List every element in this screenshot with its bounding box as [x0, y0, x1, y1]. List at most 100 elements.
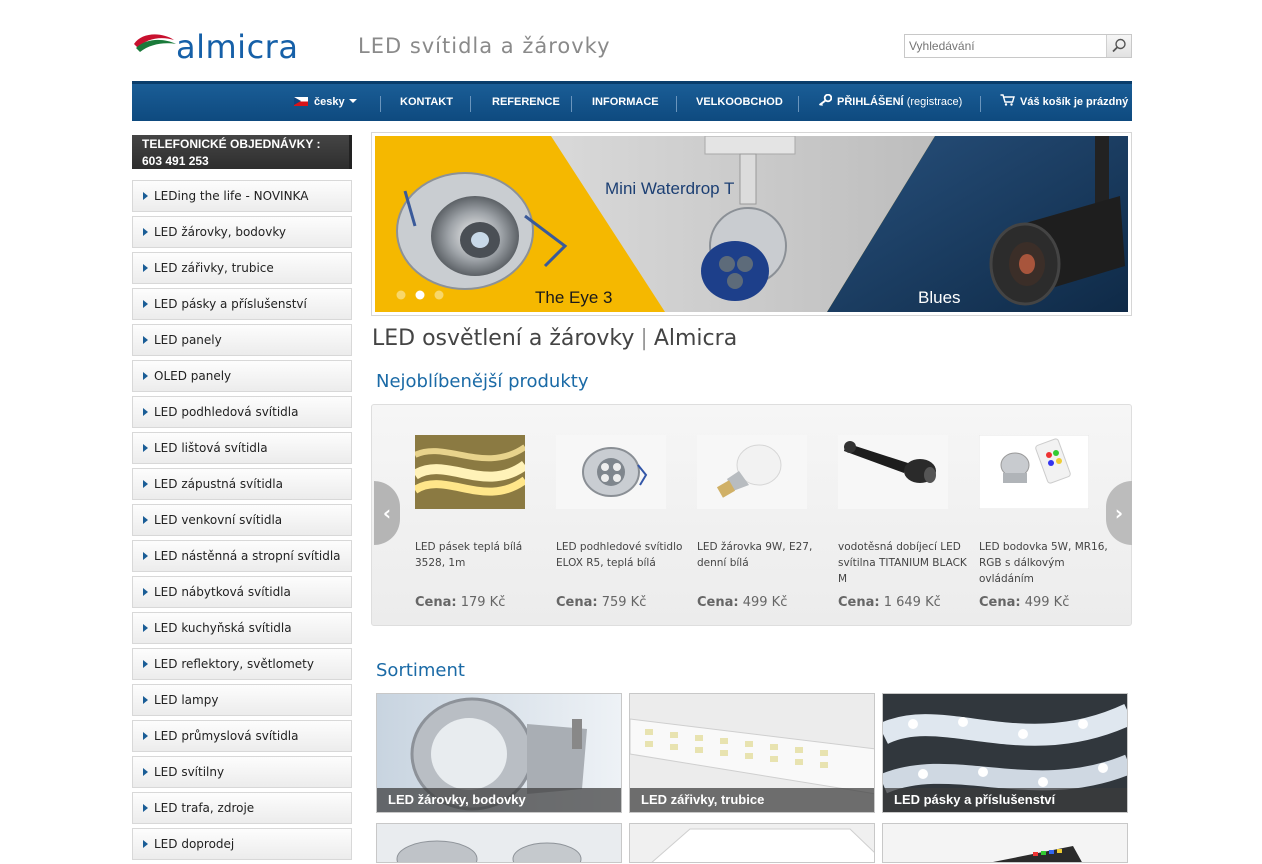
category-item[interactable]: OLED panely — [132, 360, 352, 392]
almicra-logo[interactable]: almicra — [132, 28, 337, 64]
banner-label-eye3: The Eye 3 — [535, 288, 613, 307]
banner-dot[interactable] — [434, 290, 444, 300]
category-item[interactable]: LED zářivky, trubice — [132, 252, 352, 284]
category-item[interactable]: LED svítilny — [132, 756, 352, 788]
category-item[interactable]: LED průmyslová svítidla — [132, 720, 352, 752]
category-item[interactable]: LED panely — [132, 324, 352, 356]
nav-divider — [470, 96, 471, 112]
nav-reference[interactable]: REFERENCE — [492, 84, 560, 121]
tile-caption: LED žárovky, bodovky — [377, 788, 621, 812]
promo-banner[interactable]: Mini Waterdrop T The Eye 3 Blues — [371, 132, 1132, 316]
price-value: 499 Kč — [1024, 595, 1070, 610]
product-card[interactable]: vodotěsná dobíjecí LED svítilna TITANIUM… — [838, 435, 968, 610]
price-value: 759 Kč — [601, 595, 647, 610]
nav-informace[interactable]: INFORMACE — [592, 84, 659, 121]
price-value: 1 649 Kč — [883, 595, 941, 610]
search-button[interactable] — [1106, 35, 1131, 57]
chevron-left-icon: ‹ — [382, 501, 392, 525]
category-menu: LEDing the life - NOVINKA LED žárovky, b… — [132, 180, 352, 864]
assortment-tile[interactable]: LED zářivky, trubice — [629, 693, 875, 813]
chevron-down-icon — [348, 99, 357, 103]
product-name[interactable]: LED žárovka 9W, E27, denní bílá — [697, 539, 827, 587]
register-link[interactable]: (registrace) — [907, 96, 963, 108]
carousel-prev-button[interactable]: ‹ — [374, 481, 400, 545]
category-item[interactable]: LED lištová svítidla — [132, 432, 352, 464]
product-image[interactable] — [556, 435, 666, 509]
product-name[interactable]: vodotěsná dobíjecí LED svítilna TITANIUM… — [838, 539, 968, 587]
nav-divider — [380, 96, 381, 112]
language-selector[interactable]: česky — [294, 84, 357, 121]
assortment-tile[interactable]: LED žárovky, bodovky — [376, 693, 622, 813]
category-item[interactable]: LED podhledová svítidla — [132, 396, 352, 428]
chevron-right-icon: › — [1114, 501, 1124, 525]
nav-velkoobchod[interactable]: VELKOOBCHOD — [696, 84, 783, 121]
site-tagline: LED svítidla a žárovky — [358, 34, 611, 58]
title-separator: | — [640, 326, 648, 351]
nav-divider — [676, 96, 677, 112]
banner-dot-active[interactable] — [415, 290, 425, 300]
category-item[interactable]: LED nábytková svítidla — [132, 576, 352, 608]
assortment-tile[interactable] — [882, 823, 1128, 863]
product-image[interactable] — [412, 435, 528, 509]
product-name[interactable]: LED bodovka 5W, MR16, RGB s dálkovým ovl… — [979, 539, 1109, 587]
assortment-tile[interactable] — [629, 823, 875, 863]
price-label: Cena: — [838, 595, 880, 610]
category-item[interactable]: LED lampy — [132, 684, 352, 716]
product-image[interactable] — [838, 435, 948, 509]
nav-divider — [798, 96, 799, 112]
phone-orders-title: TELEFONICKÉ OBJEDNÁVKY : — [142, 137, 321, 151]
cart-status: Váš košík je prázdný — [1020, 96, 1129, 108]
phone-number[interactable]: 603 491 253 — [142, 153, 339, 170]
product-card[interactable]: LED bodovka 5W, MR16, RGB s dálkovým ovl… — [978, 434, 1109, 610]
tile-image — [396, 840, 582, 862]
category-item[interactable]: LED venkovní svítidla — [132, 504, 352, 536]
product-card[interactable]: LED žárovka 9W, E27, denní bílá Cena: 49… — [697, 435, 827, 610]
price-label: Cena: — [556, 595, 598, 610]
nav-divider — [571, 96, 572, 112]
product-price: Cena: 1 649 Kč — [838, 595, 941, 610]
price-value: 499 Kč — [742, 595, 788, 610]
product-image[interactable] — [978, 434, 1090, 510]
category-item[interactable]: LED nástěnná a stropní svítidla — [132, 540, 352, 572]
nav-kontakt[interactable]: KONTAKT — [400, 84, 453, 121]
search-input[interactable] — [905, 35, 1113, 57]
category-item[interactable]: LED kuchyňská svítidla — [132, 612, 352, 644]
banner-dot[interactable] — [396, 290, 406, 300]
category-item[interactable]: LED trafa, zdroje — [132, 792, 352, 824]
category-item[interactable]: LEDing the life - NOVINKA — [132, 180, 352, 212]
category-item[interactable]: LED doprodej — [132, 828, 352, 860]
product-name[interactable]: LED pásek teplá bílá 3528, 1m — [415, 539, 545, 587]
category-item[interactable]: LED zápustná svítidla — [132, 468, 352, 500]
product-card[interactable]: LED pásek teplá bílá 3528, 1m Cena: 179 … — [412, 435, 545, 610]
cart-icon — [1000, 94, 1015, 106]
assortment-heading: Sortiment — [376, 660, 465, 681]
svg-text:almicra: almicra — [176, 28, 298, 64]
category-item[interactable]: LED pásky a příslušenství — [132, 288, 352, 320]
tile-image — [993, 846, 1082, 862]
product-price: Cena: 179 Kč — [415, 595, 505, 610]
cart-link[interactable]: Váš košík je prázdný — [1000, 84, 1128, 121]
language-label: česky — [314, 96, 345, 108]
product-card[interactable]: LED podhledové svítidlo ELOX R5, teplá b… — [556, 435, 686, 610]
carousel-next-button[interactable]: › — [1106, 481, 1132, 545]
assortment-tile[interactable] — [376, 823, 622, 863]
page-title: LED osvětlení a žárovky | Almicra — [372, 326, 737, 351]
page-title-brand: Almicra — [653, 326, 738, 351]
popular-products-heading: Nejoblíbenější produkty — [376, 371, 589, 392]
price-label: Cena: — [415, 595, 457, 610]
tile-caption: LED pásky a příslušenství — [883, 788, 1127, 812]
search-icon — [1112, 38, 1126, 53]
product-image[interactable] — [697, 435, 807, 509]
login-link[interactable]: PŘIHLÁŠENÍ (registrace) — [818, 84, 962, 121]
banner-label-blues: Blues — [918, 288, 961, 307]
price-value: 179 Kč — [460, 595, 506, 610]
czech-flag-icon — [294, 97, 308, 106]
login-label: PŘIHLÁŠENÍ — [837, 96, 904, 108]
price-label: Cena: — [697, 595, 739, 610]
product-name[interactable]: LED podhledové svítidlo ELOX R5, teplá b… — [556, 539, 686, 587]
category-item[interactable]: LED reflektory, světlomety — [132, 648, 352, 680]
assortment-tile[interactable]: LED pásky a příslušenství — [882, 693, 1128, 813]
tile-caption: LED zářivky, trubice — [630, 788, 874, 812]
product-price: Cena: 499 Kč — [979, 595, 1069, 610]
category-item[interactable]: LED žárovky, bodovky — [132, 216, 352, 248]
